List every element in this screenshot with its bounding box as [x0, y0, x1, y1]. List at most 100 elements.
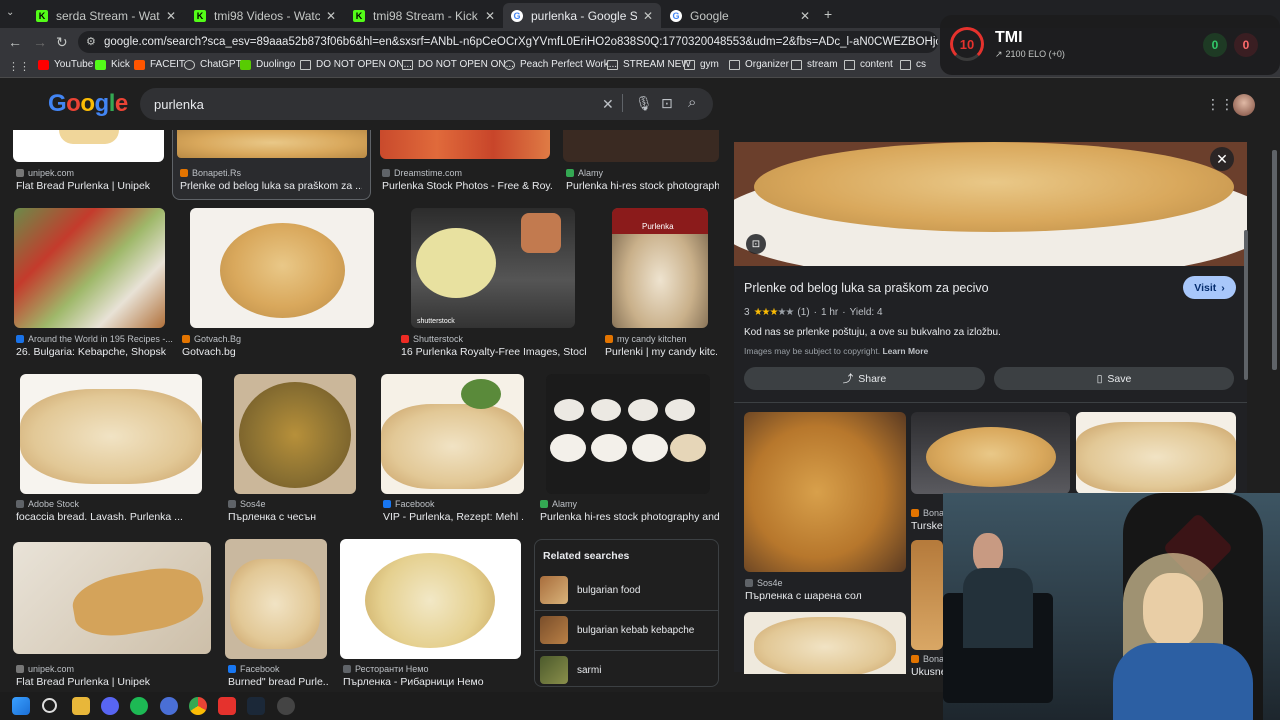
search-box[interactable]	[140, 88, 713, 120]
result-caption[interactable]: 26. Bulgaria: Kebapche, Shopsk...	[16, 346, 166, 358]
result-image[interactable]	[381, 374, 524, 494]
close-tab-icon[interactable]: ✕	[326, 9, 336, 23]
result-source[interactable]: Sos4e	[228, 499, 266, 509]
forward-icon[interactable]: →	[33, 34, 47, 50]
bookmark-kick[interactable]: Kick	[95, 59, 130, 70]
bookmark-folder-2[interactable]: DO NOT OPEN ON...	[402, 59, 514, 70]
steam-icon[interactable]	[247, 697, 265, 715]
tab-google[interactable]: G Google ✕	[662, 3, 818, 28]
result-caption[interactable]: Flat Bread Purlenka | Unipek	[16, 676, 201, 688]
result-image[interactable]	[234, 374, 356, 494]
result-source[interactable]: Bonapeti.Rs	[180, 168, 241, 178]
close-tab-icon[interactable]: ✕	[166, 9, 176, 23]
spotify-icon[interactable]	[130, 697, 148, 715]
result-caption[interactable]: focaccia bread. Lavash. Purlenka ...	[16, 511, 201, 523]
microphone-icon[interactable]: 🎙	[635, 95, 653, 112]
save-button[interactable]: ▯ Save	[994, 367, 1234, 390]
result-caption[interactable]: Purlenka Stock Photos - Free & Roy...	[382, 180, 552, 192]
result-image[interactable]	[20, 374, 202, 494]
tab-search-icon[interactable]: ⌄	[6, 7, 14, 18]
bookmark-folder-1[interactable]: DO NOT OPEN ON...	[300, 59, 412, 70]
bookmark-gym[interactable]: gym	[684, 59, 719, 70]
bookmark-faceit[interactable]: FACEIT	[134, 59, 185, 70]
result-caption[interactable]: Flat Bread Purlenka | Unipek	[16, 180, 166, 192]
brave-icon[interactable]	[218, 697, 236, 715]
result-source[interactable]: Around the World in 195 Recipes -...	[16, 334, 173, 344]
windows-start-icon[interactable]	[12, 697, 30, 715]
result-caption[interactable]: Burned" bread Purle...	[228, 676, 328, 688]
result-caption[interactable]: Пърленка с чесън	[228, 511, 368, 523]
preview-image[interactable]	[734, 142, 1247, 266]
search-icon[interactable]	[42, 698, 57, 713]
result-source[interactable]: Gotvach.Bg	[182, 334, 241, 344]
result-source[interactable]: Facebook	[383, 499, 435, 509]
result-source[interactable]: Adobe Stock	[16, 499, 79, 509]
result-source[interactable]: Alamy	[540, 499, 577, 509]
file-explorer-icon[interactable]	[72, 697, 90, 715]
back-icon[interactable]: ←	[8, 34, 22, 50]
site-info-icon[interactable]: ⚙	[86, 35, 96, 48]
result-image[interactable]	[546, 374, 710, 494]
bookmark-organizer[interactable]: Organizer	[729, 59, 789, 70]
visit-button[interactable]: Visit ›	[1183, 276, 1236, 299]
search-icon[interactable]: ⌕	[688, 94, 696, 111]
preview-title[interactable]: Prlenke od belog luka sa praškom za peci…	[744, 281, 989, 295]
result-source[interactable]: Alamy	[566, 168, 603, 178]
tab-tmi98-videos[interactable]: K tmi98 Videos - Watch On-Dem ✕	[186, 3, 344, 28]
more-image[interactable]	[744, 612, 906, 674]
result-source[interactable]: Ресторанти Немо	[343, 664, 428, 674]
result-image[interactable]: shutterstock	[411, 208, 575, 328]
result-source[interactable]: Shutterstock	[401, 334, 463, 344]
clear-search-icon[interactable]: ✕	[602, 96, 614, 113]
result-caption[interactable]: 16 Purlenka Royalty-Free Images, Stock .…	[401, 346, 586, 358]
discord-icon[interactable]	[101, 697, 119, 715]
related-item[interactable]: bulgarian kebab kebapche	[577, 625, 694, 636]
tab-serda-stream[interactable]: K serda Stream - Watch Live on K ✕	[28, 3, 184, 28]
related-item[interactable]: sarmi	[577, 665, 601, 676]
result-caption[interactable]: Purlenka hi-res stock photography and ..…	[540, 511, 720, 523]
google-apps-icon[interactable]: ⋮⋮	[1206, 96, 1234, 113]
apps-grid-icon[interactable]: ⋮⋮	[8, 60, 30, 73]
result-image[interactable]	[177, 130, 367, 158]
app-icon[interactable]	[160, 697, 178, 715]
close-icon[interactable]: ✕	[1210, 147, 1234, 171]
close-tab-icon[interactable]: ✕	[643, 9, 653, 23]
bookmark-duolingo[interactable]: Duolingo	[240, 59, 295, 70]
result-image[interactable]	[14, 208, 165, 328]
result-image[interactable]	[340, 539, 521, 659]
tab-purlenka-search[interactable]: G purlenka - Google Search ✕	[503, 3, 661, 28]
more-caption[interactable]: Ukusne	[911, 666, 943, 678]
result-caption[interactable]: Purlenki | my candy kitc...	[605, 346, 717, 358]
lens-icon[interactable]: ⊡	[661, 95, 673, 112]
panel-scrollbar[interactable]	[1244, 230, 1248, 380]
address-bar[interactable]: ⚙ google.com/search?sca_esv=89aaa52b873f…	[78, 31, 938, 53]
result-source[interactable]: unipek.com	[16, 168, 74, 178]
chrome-icon[interactable]	[189, 697, 207, 715]
more-caption[interactable]: Turske	[911, 520, 943, 532]
result-image[interactable]	[13, 542, 211, 654]
bookmark-youtube[interactable]: YouTube	[38, 59, 93, 70]
result-source[interactable]: Dreamstime.com	[382, 168, 462, 178]
result-source[interactable]: unipek.com	[16, 664, 74, 674]
result-image[interactable]	[13, 130, 164, 162]
close-tab-icon[interactable]: ✕	[485, 9, 495, 23]
tab-kick-dashboard[interactable]: K tmi98 Stream - Kick Dashboard ✕	[345, 3, 503, 28]
new-tab-icon[interactable]: +	[824, 6, 832, 22]
google-logo[interactable]: Google	[48, 90, 128, 118]
result-image[interactable]	[225, 539, 327, 659]
lens-icon[interactable]: ⊡	[746, 234, 766, 254]
share-button[interactable]: ⤴ Share	[744, 367, 985, 390]
more-image[interactable]	[911, 412, 1070, 494]
result-image[interactable]	[190, 208, 374, 328]
reload-icon[interactable]: ↻	[56, 34, 68, 51]
result-image[interactable]: Purlenka	[612, 208, 708, 328]
bookmark-peach[interactable]: Peach Perfect Work...	[504, 59, 617, 70]
result-image[interactable]	[563, 130, 719, 162]
more-image[interactable]	[1076, 412, 1236, 494]
related-item[interactable]: bulgarian food	[577, 585, 640, 596]
result-caption[interactable]: Prlenke od belog luka sa praškom za ...	[180, 180, 362, 192]
bookmark-content[interactable]: content	[844, 59, 893, 70]
result-caption[interactable]: Gotvach.bg	[182, 346, 332, 358]
learn-more-link[interactable]: Learn More	[882, 346, 928, 356]
more-image[interactable]	[911, 540, 943, 650]
